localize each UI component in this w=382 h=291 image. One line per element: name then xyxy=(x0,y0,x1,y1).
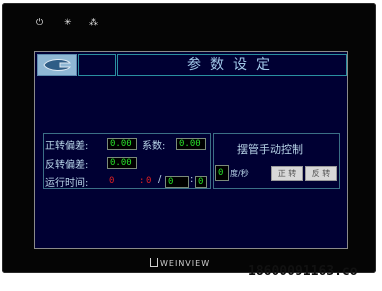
network-icon[interactable]: ⁂ xyxy=(89,18,98,28)
page-title: 参数设定 xyxy=(187,57,279,73)
coefficient-label: 系数: xyxy=(142,141,166,152)
back-button[interactable] xyxy=(37,54,77,76)
hmi-screen: 参数设定 正转偏差: 0.00 系数: 0.00 反转偏差: 0.00 运行时间… xyxy=(34,51,348,249)
runtime-current-minutes: 0 xyxy=(146,176,152,186)
header-bar: 参数设定 xyxy=(36,52,347,78)
reverse-rotate-button[interactable]: 反 转 xyxy=(305,166,337,181)
runtime-current-separator: : xyxy=(139,176,145,186)
speed-unit-label: 度/秒 xyxy=(230,169,249,178)
runtime-set-minutes-input[interactable]: 0 xyxy=(195,176,207,188)
runtime-set-hours-input[interactable]: 0 xyxy=(165,176,189,188)
reverse-deviation-label: 反转偏差: xyxy=(45,160,89,171)
runtime-slash: / xyxy=(158,174,162,185)
phone-watermark: 18600091163.co xyxy=(248,264,358,279)
runtime-label: 运行时间: xyxy=(45,178,89,189)
header-spacer-cell xyxy=(78,54,116,76)
forward-deviation-label: 正转偏差: xyxy=(45,141,89,152)
runtime-set-separator: : xyxy=(190,174,194,185)
manual-control-title: 摆管手动控制 xyxy=(237,143,303,156)
coefficient-input[interactable]: 0.00 xyxy=(176,138,206,150)
arrow-back-icon xyxy=(43,59,72,71)
speed-input[interactable]: 0 xyxy=(215,165,229,181)
forward-deviation-input[interactable]: 0.00 xyxy=(107,138,137,150)
forward-rotate-button[interactable]: 正 转 xyxy=(271,166,303,181)
weinview-logo-icon xyxy=(150,258,158,267)
power-icon[interactable]: ⏻ xyxy=(36,18,43,28)
runtime-current-hours: 0 xyxy=(109,176,115,186)
reverse-deviation-input[interactable]: 0.00 xyxy=(107,157,137,169)
brand-name: WEINVIEW xyxy=(160,259,211,268)
brightness-icon[interactable]: ✳ xyxy=(64,18,72,28)
